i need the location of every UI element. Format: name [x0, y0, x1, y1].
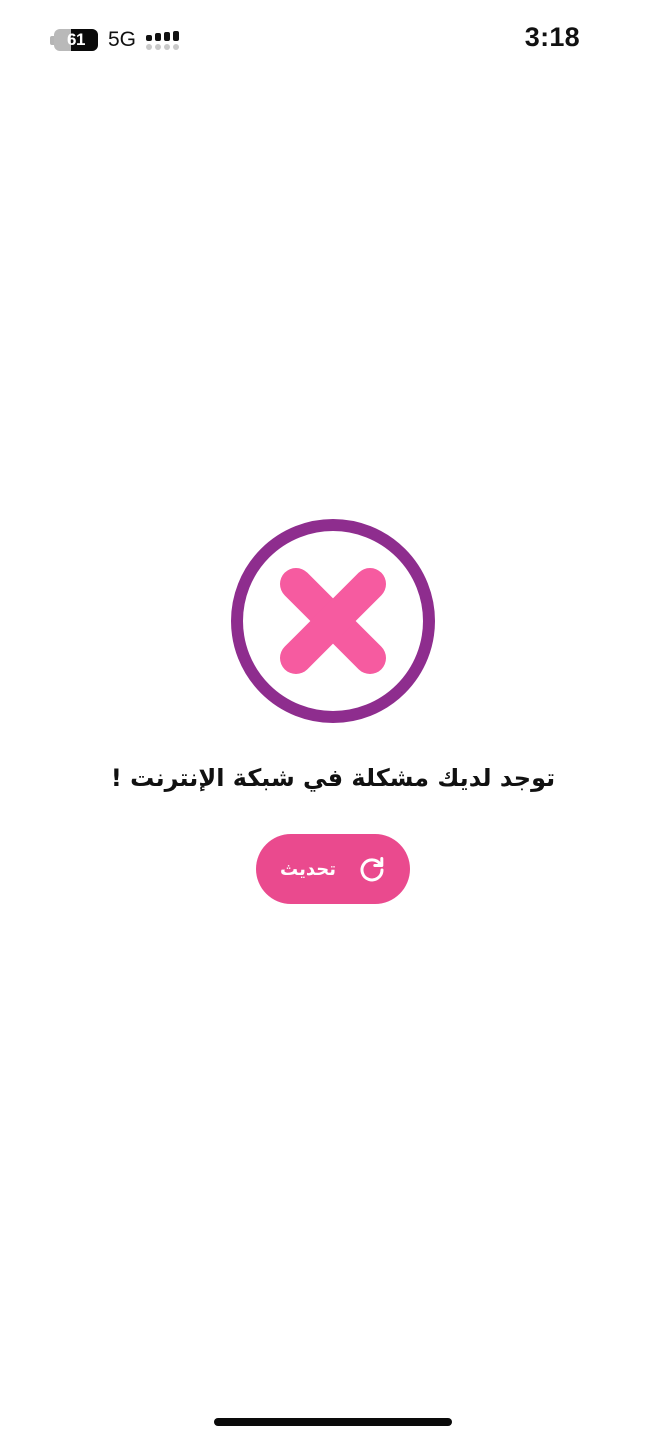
close-icon	[231, 519, 435, 723]
status-time: 3:18	[524, 22, 580, 52]
network-type: 5G	[108, 28, 137, 51]
error-message: توجد لديك مشكلة في شبكة الإنترنت !	[110, 764, 556, 792]
status-indicators: 61 5G	[50, 26, 180, 54]
status-bar: 61 5G 3:18	[0, 0, 666, 80]
refresh-icon	[358, 855, 386, 883]
home-indicator[interactable]	[214, 1418, 452, 1426]
battery-level: 61	[67, 30, 85, 49]
refresh-button[interactable]: تحديث	[256, 834, 410, 904]
signal-icon	[146, 30, 180, 50]
refresh-label: تحديث	[280, 858, 336, 880]
battery-icon: 61	[50, 28, 98, 52]
